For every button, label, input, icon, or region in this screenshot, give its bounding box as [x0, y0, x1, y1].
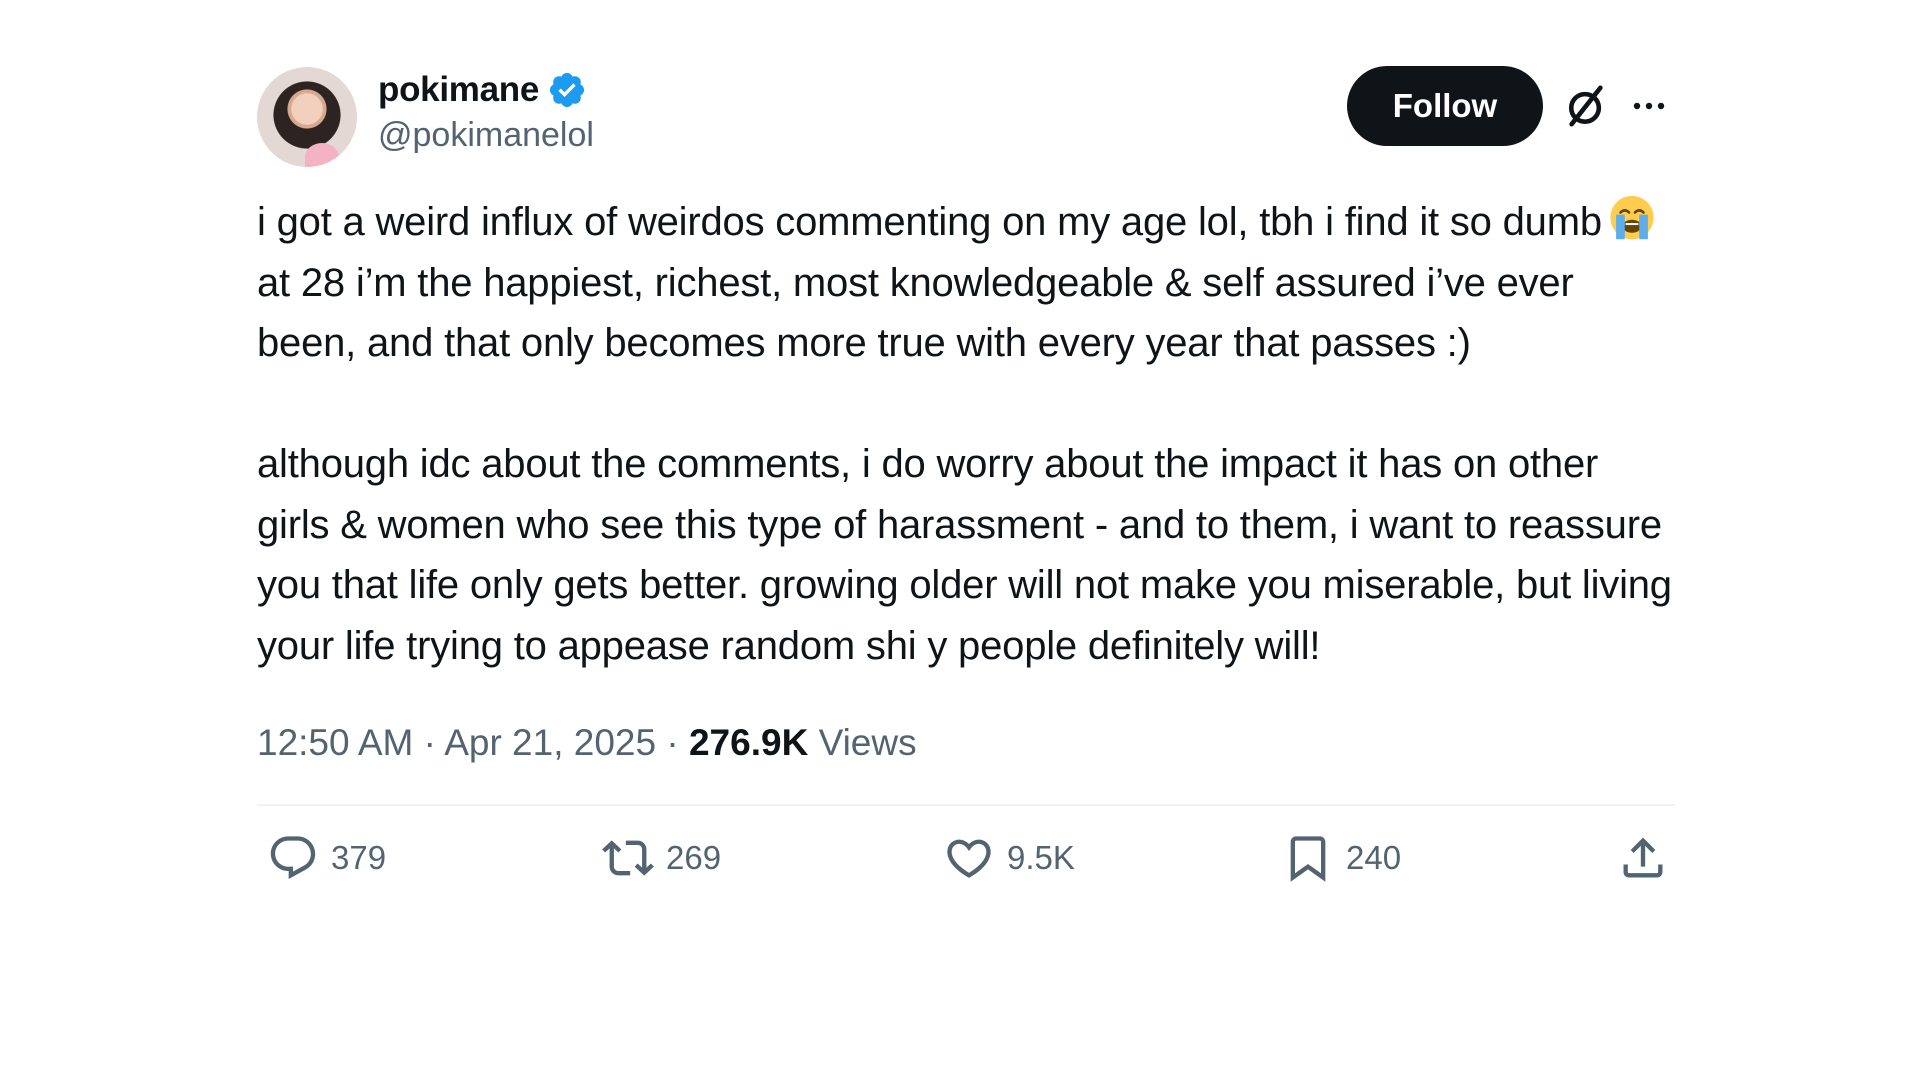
repost-icon	[602, 840, 654, 876]
views-label: Views	[818, 722, 917, 763]
more-icon[interactable]	[1629, 92, 1669, 120]
heart-icon	[947, 839, 991, 878]
tweet-header: pokimane @pokimanelol Follow	[257, 60, 1675, 170]
tweet-paragraph-2: although idc about the comments, i do wo…	[257, 442, 1672, 668]
tweet-text-part: at 28 i’m the happiest, richest, most kn…	[257, 260, 1574, 366]
repost-button[interactable]: 269	[602, 832, 721, 884]
meta-separator: ·	[666, 722, 679, 763]
tweet-paragraph-1: i got a weird influx of weirdos commenti…	[257, 192, 1675, 374]
bookmark-icon	[1290, 836, 1326, 882]
tweet-text-part: i got a weird influx of weirdos commenti…	[257, 200, 1602, 244]
reply-button[interactable]: 379	[267, 832, 386, 884]
repost-count: 269	[666, 839, 722, 876]
tweet-card: pokimane @pokimanelol Follow i got a wei…	[257, 60, 1675, 926]
like-count: 9.5K	[1007, 839, 1075, 876]
avatar[interactable]	[257, 67, 357, 167]
views-count: 276.9K	[688, 722, 809, 763]
tweet-date[interactable]: Apr 21, 2025	[444, 722, 656, 763]
meta-separator: ·	[423, 722, 436, 763]
bookmark-button[interactable]: 240	[1282, 832, 1401, 884]
author-handle[interactable]: @pokimanelol	[378, 116, 594, 155]
display-name-row: pokimane	[378, 68, 594, 112]
reply-count: 379	[331, 839, 387, 876]
reply-icon	[270, 836, 316, 880]
loudly-crying-face-icon	[1610, 195, 1654, 240]
verified-badge-icon	[549, 72, 585, 108]
bookmark-count: 240	[1346, 839, 1402, 876]
like-button[interactable]: 9.5K	[943, 832, 1075, 884]
follow-button[interactable]: Follow	[1347, 66, 1543, 146]
share-icon	[1623, 837, 1663, 878]
grok-icon[interactable]	[1563, 83, 1609, 129]
tweet-time[interactable]: 12:50 AM	[257, 722, 413, 763]
author-info: pokimane @pokimanelol	[378, 68, 594, 155]
share-button[interactable]	[1617, 832, 1669, 884]
tweet-meta: 12:50 AM · Apr 21, 2025 · 276.9K Views	[257, 722, 1675, 764]
action-bar: 379 269 9.5K 240	[257, 806, 1675, 926]
display-name[interactable]: pokimane	[378, 70, 539, 110]
tweet-text: i got a weird influx of weirdos commenti…	[257, 192, 1675, 676]
